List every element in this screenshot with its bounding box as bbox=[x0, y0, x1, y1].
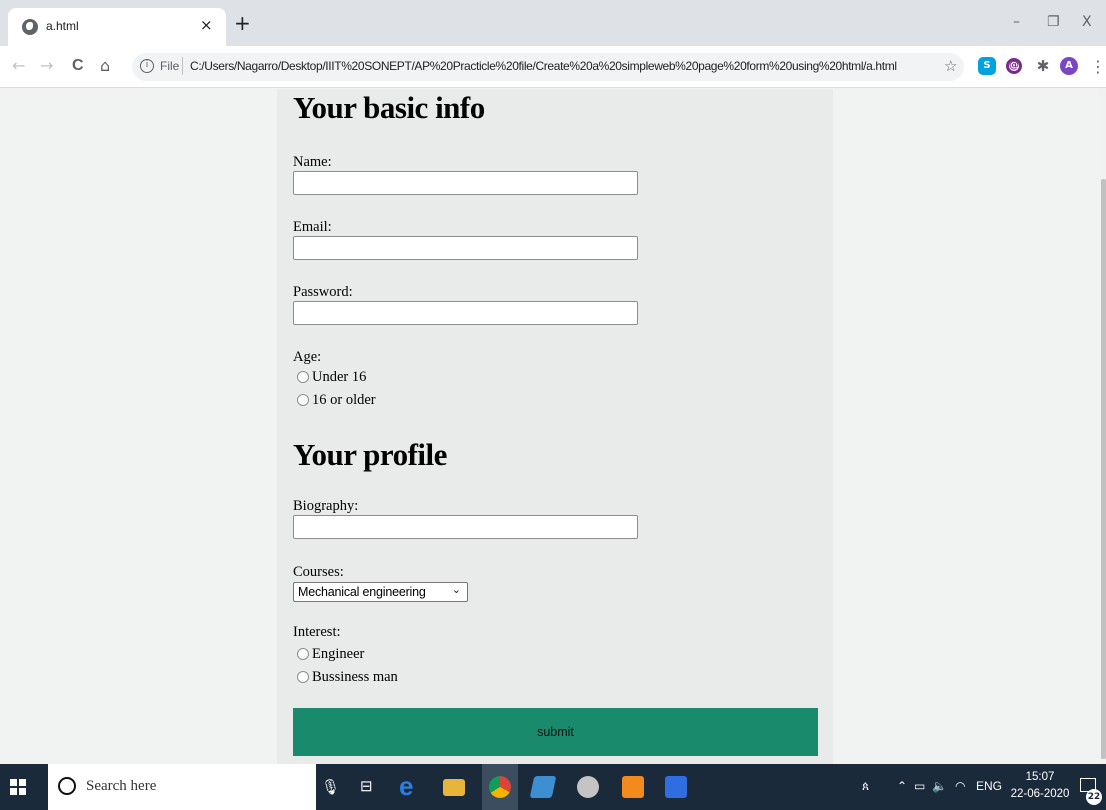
name-input[interactable] bbox=[293, 171, 638, 195]
extension-at-icon[interactable]: @ bbox=[1006, 58, 1022, 74]
age-16-or-older-label: 16 or older bbox=[312, 392, 376, 408]
address-bar[interactable]: i File C:/Users/Nagarro/Desktop/IIIT%20S… bbox=[132, 53, 964, 81]
age-16-or-older-radio[interactable] bbox=[297, 394, 309, 406]
taskbar-clock[interactable]: 15:07 22-06-2020 bbox=[1010, 769, 1070, 803]
battery-icon[interactable]: ▭ bbox=[914, 779, 925, 793]
extensions-puzzle-icon[interactable]: ✱ bbox=[1034, 57, 1052, 75]
courses-selected-value: Mechanical engineering bbox=[298, 585, 426, 599]
age-label: Age: bbox=[293, 349, 322, 365]
chrome-icon[interactable] bbox=[489, 776, 511, 798]
taskbar-search-box[interactable]: Search here bbox=[48, 764, 316, 810]
biography-label: Biography: bbox=[293, 498, 359, 514]
new-tab-icon[interactable]: + bbox=[234, 13, 251, 33]
minimize-icon[interactable]: – bbox=[1013, 14, 1020, 30]
submit-button[interactable]: submit bbox=[293, 708, 818, 756]
extension-s-icon[interactable]: S bbox=[978, 57, 996, 75]
age-under-16-radio[interactable] bbox=[297, 371, 309, 383]
notepad-icon[interactable] bbox=[529, 776, 557, 798]
interest-engineer-label: Engineer bbox=[312, 646, 365, 662]
sublime-text-icon[interactable] bbox=[622, 776, 644, 798]
basic-info-heading: Your basic info bbox=[293, 90, 485, 125]
windows-taskbar: Search here 🎙 ⊟ e ጰ ⌃ ▭ 🔈 ◠ ENG 15:07 22… bbox=[0, 764, 1106, 810]
interest-bussiness-man-label: Bussiness man bbox=[312, 669, 398, 685]
tray-chevron-up-icon[interactable]: ⌃ bbox=[897, 779, 907, 793]
people-icon[interactable]: ጰ bbox=[862, 779, 869, 794]
bookmark-star-icon[interactable]: ☆ bbox=[944, 57, 957, 75]
paint-icon[interactable] bbox=[577, 776, 599, 798]
clock-date: 22-06-2020 bbox=[1010, 788, 1070, 800]
biography-input[interactable] bbox=[293, 515, 638, 539]
taskbar-search-placeholder: Search here bbox=[86, 778, 157, 794]
globe-icon bbox=[22, 19, 38, 35]
tab-close-icon[interactable]: × bbox=[200, 16, 213, 34]
back-arrow-icon[interactable]: ← bbox=[12, 57, 25, 75]
omnibox-divider bbox=[182, 57, 183, 75]
interest-engineer-radio[interactable] bbox=[297, 648, 309, 660]
interest-label: Interest: bbox=[293, 624, 341, 640]
clock-time: 15:07 bbox=[1025, 771, 1055, 783]
name-label: Name: bbox=[293, 154, 332, 170]
email-label: Email: bbox=[293, 219, 332, 235]
password-input[interactable] bbox=[293, 301, 638, 325]
browser-tab-strip: a.html × + – ❐ X bbox=[0, 0, 1106, 46]
browser-toolbar: ← → C ⌂ i File C:/Users/Nagarro/Desktop/… bbox=[0, 46, 1106, 88]
profile-avatar[interactable]: A bbox=[1060, 57, 1078, 75]
restore-icon[interactable]: ❐ bbox=[1047, 14, 1060, 30]
courses-select[interactable]: Mechanical engineering ⌄ bbox=[293, 582, 468, 602]
url-text[interactable]: C:/Users/Nagarro/Desktop/IIIT%20SONEPT/A… bbox=[190, 59, 940, 73]
language-indicator[interactable]: ENG bbox=[976, 779, 1002, 793]
tab-a-html[interactable]: a.html × bbox=[8, 8, 226, 46]
email-input[interactable] bbox=[293, 236, 638, 260]
wifi-icon[interactable]: ◠ bbox=[955, 779, 965, 793]
wps-office-icon[interactable] bbox=[665, 776, 687, 798]
age-under-16-label: Under 16 bbox=[312, 369, 367, 385]
chevron-down-icon: ⌄ bbox=[451, 584, 461, 596]
windows-start-icon[interactable] bbox=[10, 779, 26, 795]
scrollbar-thumb[interactable] bbox=[1101, 179, 1106, 759]
profile-heading: Your profile bbox=[293, 437, 447, 472]
microphone-icon[interactable]: 🎙 bbox=[321, 778, 340, 796]
reload-icon[interactable]: C bbox=[72, 57, 84, 75]
file-explorer-icon[interactable] bbox=[443, 779, 465, 796]
window-close-icon[interactable]: X bbox=[1082, 14, 1092, 30]
info-icon[interactable]: i bbox=[140, 59, 154, 73]
notification-count-badge: 22 bbox=[1086, 789, 1102, 805]
interest-bussiness-man-radio[interactable] bbox=[297, 671, 309, 683]
task-view-icon[interactable]: ⊟ bbox=[360, 777, 373, 795]
volume-icon[interactable]: 🔈 bbox=[932, 779, 947, 793]
tab-title: a.html bbox=[46, 19, 79, 33]
edge-icon[interactable]: e bbox=[399, 773, 421, 799]
cortana-icon bbox=[58, 777, 76, 795]
password-label: Password: bbox=[293, 284, 353, 300]
browser-menu-icon[interactable]: ⋮ bbox=[1090, 57, 1106, 76]
home-icon[interactable]: ⌂ bbox=[100, 57, 110, 75]
courses-label: Courses: bbox=[293, 564, 344, 580]
scheme-label: File bbox=[160, 59, 180, 73]
forward-arrow-icon[interactable]: → bbox=[40, 57, 53, 75]
